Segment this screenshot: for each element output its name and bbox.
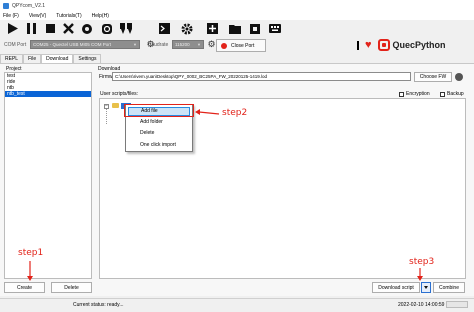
combine-button[interactable]: Combine bbox=[433, 282, 465, 293]
baud-settings-icon[interactable]: ⚙ bbox=[207, 40, 216, 49]
folder-icon[interactable] bbox=[228, 22, 241, 35]
baudrate-select[interactable]: 115200 ▼ bbox=[172, 40, 204, 49]
app-icon bbox=[3, 2, 9, 9]
context-add-folder[interactable]: Add folder bbox=[128, 118, 190, 127]
firmware-info-icon[interactable] bbox=[455, 73, 463, 81]
step2-annotation: step2 bbox=[222, 108, 248, 118]
create-button[interactable]: Create bbox=[4, 282, 45, 293]
com-port-select[interactable]: COM25 - Quectel USB MI05 COM Port ▼ bbox=[30, 40, 140, 49]
choose-fw-button[interactable]: Choose FW bbox=[414, 72, 452, 82]
project-item-selected[interactable]: ntb_test bbox=[5, 91, 91, 97]
quote-icon[interactable] bbox=[119, 22, 132, 35]
download-script-button[interactable]: Download script bbox=[372, 282, 420, 293]
step1-annotation: step1 bbox=[18, 248, 44, 258]
run-icon[interactable] bbox=[6, 22, 19, 35]
context-delete[interactable]: Delete bbox=[128, 129, 190, 138]
tab-download[interactable]: Download bbox=[41, 54, 74, 63]
keyboard-icon[interactable] bbox=[268, 22, 281, 35]
download-icon[interactable] bbox=[100, 22, 113, 35]
progress-bar bbox=[446, 301, 468, 308]
baudrate-value: 115200 bbox=[175, 42, 190, 47]
title-bar: QPYcom_V2.1 bbox=[0, 0, 474, 11]
brand: ♥ QuecPython bbox=[357, 38, 446, 52]
toolbar bbox=[0, 20, 474, 37]
heart-icon: ♥ bbox=[365, 38, 372, 51]
menu-view[interactable]: View(V) bbox=[29, 13, 46, 19]
backup-checkbox[interactable]: Backup bbox=[440, 91, 464, 97]
step3-annotation: step3 bbox=[409, 257, 435, 267]
firmware-path-field[interactable]: C:\Users\rivem.yuan\Desktop\QPY_0002_BC2… bbox=[112, 72, 411, 81]
close-port-button[interactable]: Close Port bbox=[216, 39, 266, 52]
status-text: Current status: ready... bbox=[73, 302, 124, 308]
menu-help[interactable]: Help(H) bbox=[92, 13, 109, 19]
com-port-label: COM Port bbox=[4, 42, 27, 48]
context-one-click-import[interactable]: One click import bbox=[128, 141, 190, 150]
stop-icon[interactable] bbox=[44, 22, 57, 35]
encryption-label: Encryption bbox=[406, 91, 430, 97]
close-port-label: Close Port bbox=[231, 42, 255, 49]
menu-file[interactable]: File (F) bbox=[3, 13, 19, 19]
tree-line bbox=[106, 109, 107, 124]
window-title: QPYcom_V2.1 bbox=[12, 2, 46, 9]
folder-icon bbox=[112, 103, 119, 108]
checkbox-box bbox=[399, 91, 404, 97]
status-time: 2022-02-10 14:00:59 bbox=[398, 302, 445, 308]
status-dot-icon bbox=[221, 42, 227, 49]
tab-settings[interactable]: Settings bbox=[73, 54, 102, 63]
brand-bar-icon bbox=[357, 40, 359, 50]
menu-bar: File (F) View(V) Tutorials(T) Help(H) bbox=[0, 11, 474, 20]
brand-name: QuecPython bbox=[392, 40, 446, 50]
chevron-down-icon: ▼ bbox=[133, 42, 137, 47]
encryption-checkbox[interactable]: Encryption bbox=[399, 91, 430, 97]
clear-icon[interactable] bbox=[62, 22, 75, 35]
tab-repl[interactable]: REPL bbox=[0, 54, 24, 63]
menu-tutorials[interactable]: Tutorials(T) bbox=[56, 13, 81, 19]
tab-bar: REPL File Download Settings bbox=[0, 54, 102, 63]
expand-icon[interactable] bbox=[248, 22, 261, 35]
tab-file[interactable]: File bbox=[23, 54, 42, 63]
com-port-value: COM25 - Quectel USB MI05 COM Port bbox=[33, 42, 112, 47]
backup-label: Backup bbox=[447, 91, 464, 97]
add-icon[interactable] bbox=[206, 22, 219, 35]
pause-icon[interactable] bbox=[25, 22, 38, 35]
baudrate-label: Baudrate bbox=[148, 42, 169, 48]
chevron-down-icon: ▼ bbox=[197, 42, 201, 47]
checkbox-box bbox=[440, 91, 445, 97]
download-options-dropdown[interactable] bbox=[421, 282, 431, 293]
terminal-icon[interactable] bbox=[158, 22, 171, 35]
annotation-highlight-box bbox=[124, 104, 194, 117]
delete-button[interactable]: Delete bbox=[51, 282, 92, 293]
chevron-down-icon bbox=[424, 286, 428, 289]
settings-icon[interactable] bbox=[80, 22, 93, 35]
settings-gear-icon[interactable] bbox=[180, 22, 193, 35]
quecpython-logo-icon bbox=[377, 39, 390, 51]
user-scripts-label: User scripts/files: bbox=[100, 91, 139, 97]
